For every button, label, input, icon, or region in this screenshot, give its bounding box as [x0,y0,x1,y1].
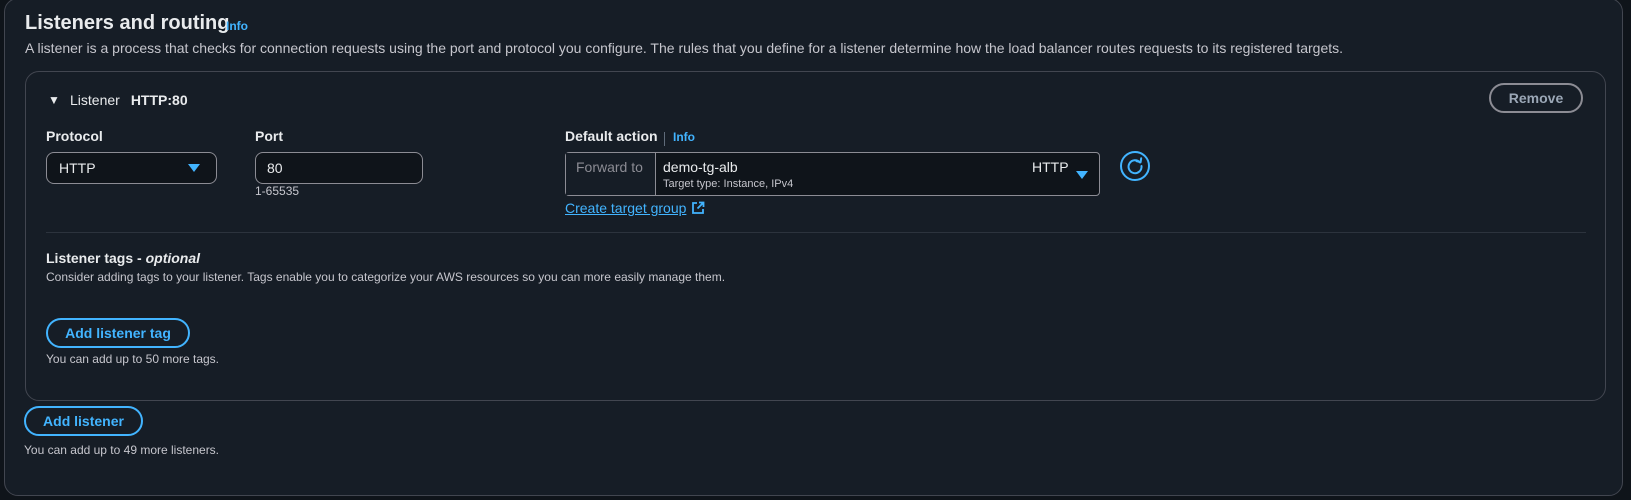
port-label: Port [255,128,283,144]
page-title: Listeners and routing [25,12,230,34]
port-value: 80 [267,160,283,176]
protocol-select[interactable]: HTTP [46,152,217,184]
refresh-icon [1127,157,1143,175]
listener-tags-description: Consider adding tags to your listener. T… [46,270,726,284]
default-action-group: Forward to demo-tg-alb Target type: Inst… [565,152,1100,196]
forward-to-addon: Forward to [566,153,656,195]
create-target-group-label: Create target group [565,200,687,216]
default-action-label: Default action [565,128,658,144]
add-listener-button[interactable]: Add listener [24,406,143,436]
create-target-group-link[interactable]: Create target group [565,200,705,216]
caret-down-icon [188,164,200,172]
listener-id: HTTP:80 [130,92,188,108]
target-group-protocol: HTTP [1032,159,1069,175]
tags-limit-hint: You can add up to 50 more tags. [46,352,220,366]
protocol-label: Protocol [46,128,103,144]
remove-button[interactable]: Remove [1489,83,1583,113]
caret-down-icon [1076,171,1088,179]
default-action-info-link[interactable]: Info [673,130,695,144]
listener-header[interactable]: ▼ Listener HTTP:80 [48,92,188,108]
listener-tags-title: Listener tags - optional [46,250,200,266]
tags-title-optional: optional [145,250,201,266]
tags-title-text: Listener tags - [46,250,146,266]
refresh-button[interactable] [1120,151,1150,181]
add-listener-tag-button[interactable]: Add listener tag [46,318,190,348]
protocol-value: HTTP [59,160,96,176]
forward-to-label: Forward to [576,159,643,175]
listener-label: Listener [70,92,120,108]
external-link-icon [692,201,705,214]
port-hint: 1-65535 [255,184,300,198]
target-group-detail: Target type: Instance, IPv4 [663,178,794,190]
title-info-link[interactable]: Info [226,19,248,33]
listeners-limit-hint: You can add up to 49 more listeners. [24,443,220,457]
listener-card: ▼ Listener HTTP:80 Remove Protocol HTTP … [25,71,1606,401]
section-description: A listener is a process that checks for … [25,40,1344,56]
label-divider [664,132,665,146]
triangle-down-icon[interactable]: ▼ [48,93,62,107]
target-group-name: demo-tg-alb [663,159,738,175]
port-input[interactable]: 80 [255,152,423,184]
target-group-select[interactable]: demo-tg-alb Target type: Instance, IPv4 … [656,153,1099,195]
section-divider [46,232,1586,233]
listeners-panel: Listeners and routing Info A listener is… [4,0,1623,496]
